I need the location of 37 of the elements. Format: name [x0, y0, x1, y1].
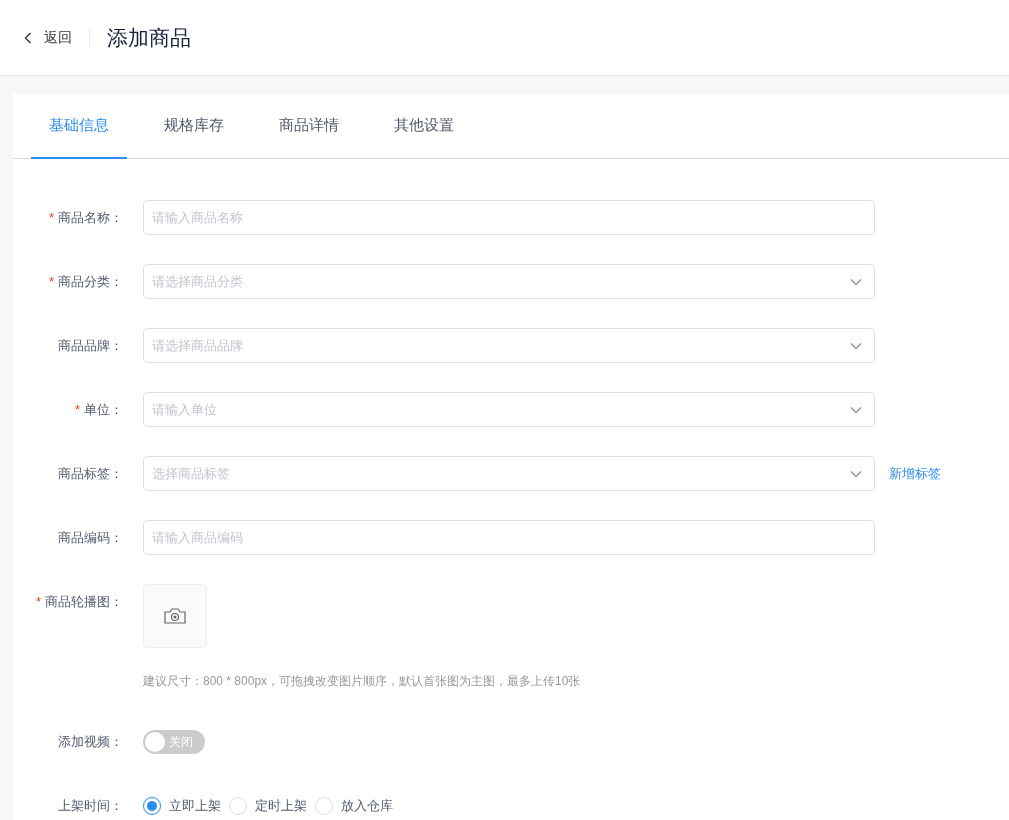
- chevron-down-icon: [850, 341, 862, 350]
- field-label: 商品分类：: [58, 272, 123, 291]
- required-mark: *: [48, 272, 54, 291]
- required-mark: *: [74, 400, 80, 419]
- field-label: 单位：: [84, 400, 123, 419]
- tab[interactable]: 规格库存: [146, 94, 242, 159]
- field-label: 商品轮播图：: [45, 592, 123, 611]
- chevron-down-icon: [850, 469, 862, 478]
- select-placeholder: 选择商品标签: [152, 464, 230, 483]
- required-mark: *: [35, 592, 41, 611]
- radio-option[interactable]: 放入仓库: [315, 795, 393, 816]
- image-upload-box[interactable]: [143, 584, 207, 648]
- tab[interactable]: 基础信息: [31, 94, 127, 159]
- page-title: 添加商品: [107, 24, 191, 51]
- camera-icon: [164, 607, 186, 625]
- select-placeholder: 请输入单位: [152, 400, 217, 419]
- chevron-left-icon: [24, 31, 32, 44]
- upload-hint: 建议尺寸：800 * 800px，可拖拽改变图片顺序，默认首张图为主图，最多上传10张: [143, 673, 581, 690]
- field-label: 添加视频：: [58, 732, 123, 751]
- text-input[interactable]: 请输入商品名称: [143, 200, 875, 235]
- field-label: 上架时间：: [58, 796, 123, 815]
- chevron-down-icon: [850, 277, 862, 286]
- required-mark: *: [48, 208, 54, 227]
- field-label: 商品品牌：: [58, 336, 123, 355]
- select-placeholder: 请选择商品分类: [152, 272, 243, 291]
- tab[interactable]: 商品详情: [261, 94, 357, 159]
- add-tag-link[interactable]: 新增标签: [889, 463, 941, 484]
- field-label: 商品编码：: [58, 528, 123, 547]
- radio-option[interactable]: 立即上架: [143, 795, 221, 816]
- chevron-down-icon: [850, 405, 862, 414]
- select-placeholder: 请选择商品品牌: [152, 336, 243, 355]
- tab[interactable]: 其他设置: [376, 94, 472, 159]
- radio-option[interactable]: 定时上架: [229, 795, 307, 816]
- field-label: 商品名称：: [58, 208, 123, 227]
- field-label: 商品标签：: [58, 464, 123, 483]
- back-button[interactable]: 返回: [24, 27, 72, 48]
- text-input[interactable]: 请输入商品编码: [143, 520, 875, 555]
